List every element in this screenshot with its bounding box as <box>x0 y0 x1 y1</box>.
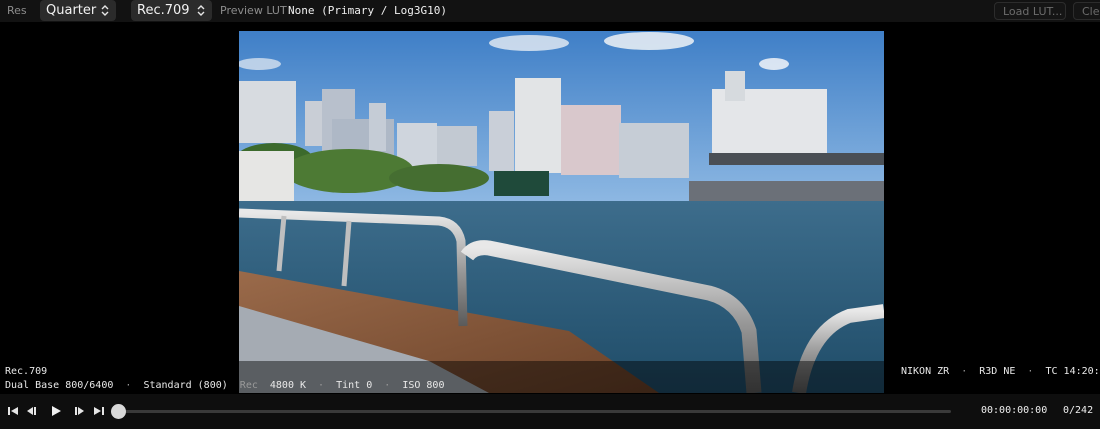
video-viewer[interactable]: Rec.709 Dual Base 800/6400 · Standard (8… <box>0 22 1100 394</box>
resolution-select-value: Quarter <box>46 3 97 18</box>
separator: · <box>318 380 325 391</box>
separator: · <box>125 380 132 391</box>
playhead-handle[interactable] <box>110 404 126 419</box>
resolution-select[interactable]: Quarter <box>40 0 116 21</box>
separator: · <box>384 380 391 391</box>
color-space-select[interactable]: Rec.709 <box>131 0 212 21</box>
tint-value: Tint 0 <box>336 380 373 391</box>
source-timecode: TC 14:20:01 <box>1045 366 1100 377</box>
step-forward-icon[interactable] <box>73 404 87 418</box>
overlay-camera-settings: Dual Base 800/6400 · Standard (800) Rec … <box>5 380 444 391</box>
chevron-up-down-icon <box>101 5 109 16</box>
iso-value: ISO 800 <box>402 380 445 391</box>
preview-lut-label: Preview LUT <box>220 4 287 17</box>
playback-timecode: 00:00:00:00 <box>981 405 1048 416</box>
step-back-icon[interactable] <box>24 404 38 418</box>
skip-to-end-icon[interactable] <box>92 404 106 418</box>
white-balance-label: Rec <box>239 380 258 391</box>
top-toolbar: Res Quarter Rec.709 Preview LUT None (Pr… <box>0 0 1100 22</box>
clear-lut-button[interactable]: Clear <box>1073 2 1100 20</box>
kelvin-value: 4800 K <box>269 380 307 391</box>
skip-to-start-icon[interactable] <box>6 404 20 418</box>
overlay-camera-info: NIKON ZR · R3D NE · TC 14:20:01 <box>901 366 1100 377</box>
load-lut-button[interactable]: Load LUT... <box>994 2 1066 20</box>
separator: · <box>961 366 968 377</box>
frame-counter: 0/242 <box>1063 405 1094 416</box>
image-pipeline: Standard (800) <box>143 380 228 391</box>
preview-lut-value: None (Primary / Log3G10) <box>288 4 447 17</box>
play-icon[interactable] <box>49 404 63 418</box>
video-frame-image <box>239 31 884 393</box>
camera-model: NIKON ZR <box>901 366 950 377</box>
separator: · <box>1027 366 1034 377</box>
color-space-select-value: Rec.709 <box>137 3 190 18</box>
res-label: Res <box>7 4 27 17</box>
codec: R3D NE <box>979 366 1016 377</box>
chevron-up-down-icon <box>197 5 205 16</box>
iso-mode: Dual Base 800/6400 <box>5 380 114 391</box>
scrub-track[interactable] <box>118 410 951 413</box>
transport-bar: 00:00:00:00 0/242 <box>0 394 1100 429</box>
overlay-color-space: Rec.709 <box>5 366 48 377</box>
video-frame <box>239 31 884 393</box>
